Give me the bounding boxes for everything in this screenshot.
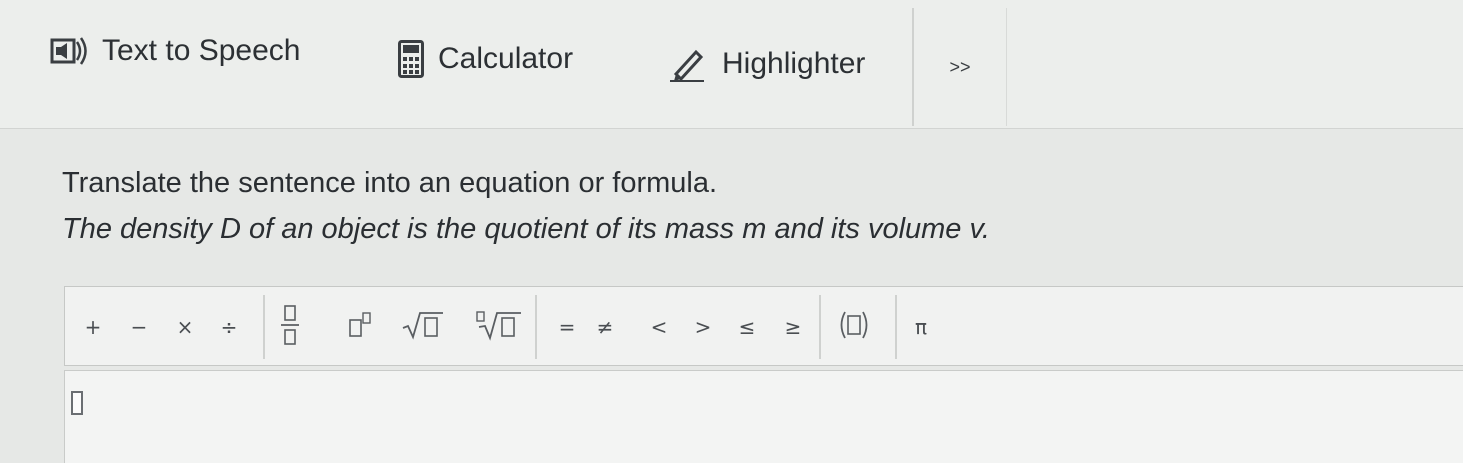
- highlighter-label: Highlighter: [722, 47, 866, 80]
- nth-root-button[interactable]: [475, 309, 523, 346]
- exponent-button[interactable]: [347, 311, 373, 343]
- greater-than-symbol: >: [694, 315, 712, 339]
- greater-equal-symbol: ≥: [784, 315, 802, 339]
- input-placeholder-box: [71, 391, 83, 415]
- minus-button[interactable]: −: [129, 311, 149, 343]
- exponent-icon: [347, 310, 373, 345]
- toolbar-divider: [819, 295, 821, 359]
- tools-toolbar: Text to Speech Calculator Highlighter >>: [0, 0, 1463, 129]
- less-equal-button[interactable]: ≤: [737, 311, 757, 343]
- less-than-button[interactable]: <: [649, 311, 669, 343]
- toolbar-divider: [263, 295, 265, 359]
- parentheses-button[interactable]: [837, 311, 871, 343]
- pi-symbol: π: [914, 315, 928, 339]
- minus-symbol: −: [130, 315, 148, 339]
- times-button[interactable]: ×: [175, 311, 195, 343]
- plus-button[interactable]: +: [83, 311, 103, 343]
- not-equal-button[interactable]: ≠: [595, 311, 615, 343]
- speaker-icon: [50, 36, 88, 66]
- nth-root-icon: [475, 309, 523, 346]
- plus-symbol: +: [84, 315, 102, 339]
- calculator-label: Calculator: [438, 42, 574, 75]
- question-block: Translate the sentence into an equation …: [62, 160, 990, 252]
- equals-button[interactable]: =: [557, 311, 577, 343]
- greater-equal-button[interactable]: ≥: [783, 311, 803, 343]
- calculator-button[interactable]: Calculator: [398, 40, 573, 78]
- divide-button[interactable]: ÷: [219, 311, 239, 343]
- not-equal-symbol: ≠: [596, 315, 614, 339]
- text-to-speech-button[interactable]: Text to Speech: [50, 34, 300, 68]
- pi-button[interactable]: π: [911, 311, 931, 343]
- greater-than-button[interactable]: >: [693, 311, 713, 343]
- less-than-symbol: <: [650, 315, 668, 339]
- question-prompt: Translate the sentence into an equation …: [62, 167, 718, 199]
- fraction-button[interactable]: [279, 303, 301, 351]
- toolbar-divider: [535, 295, 537, 359]
- equals-symbol: =: [558, 315, 576, 339]
- toolbar-divider: [895, 295, 897, 359]
- parentheses-icon: [837, 309, 871, 346]
- math-editor: + − × ÷ = ≠ < > ≤ ≥ π: [64, 286, 1463, 463]
- answer-input[interactable]: [64, 370, 1463, 463]
- more-tools-button[interactable]: >>: [912, 8, 1007, 126]
- question-sentence: The density D of an object is the quotie…: [62, 213, 990, 245]
- square-root-button[interactable]: [401, 311, 445, 343]
- math-toolbar: + − × ÷ = ≠ < > ≤ ≥ π: [64, 286, 1463, 366]
- highlighter-button[interactable]: Highlighter: [668, 46, 865, 82]
- fraction-icon: [279, 302, 301, 353]
- text-to-speech-label: Text to Speech: [102, 34, 301, 67]
- calculator-icon: [398, 40, 424, 78]
- divide-symbol: ÷: [220, 315, 238, 339]
- times-symbol: ×: [176, 315, 194, 339]
- square-root-icon: [401, 310, 445, 345]
- less-equal-symbol: ≤: [738, 315, 756, 339]
- pencil-icon: [668, 46, 708, 82]
- more-tools-label: >>: [949, 56, 971, 77]
